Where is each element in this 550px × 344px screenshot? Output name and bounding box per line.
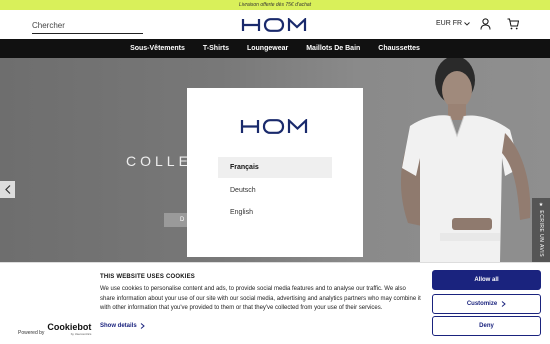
promo-text: Livraison offerte dès 75€ d'achat: [238, 2, 312, 8]
site-logo[interactable]: [241, 16, 309, 37]
show-details-link[interactable]: Show details: [100, 323, 145, 329]
promo-banner: Livraison offerte dès 75€ d'achat: [0, 0, 550, 10]
currency-selector[interactable]: EUR FR: [436, 20, 470, 27]
nav-item-underwear[interactable]: Sous-Vêtements: [121, 45, 194, 52]
user-icon[interactable]: [480, 18, 491, 30]
hero-title: COLLE: [126, 153, 192, 169]
model-photo: [400, 58, 531, 262]
carousel-prev-button[interactable]: [0, 181, 15, 198]
chevron-right-icon: [140, 323, 145, 329]
chevron-down-icon: [464, 21, 470, 26]
cookie-body: We use cookies to personalise content an…: [100, 286, 421, 311]
nav-item-socks[interactable]: Chaussettes: [369, 45, 429, 52]
language-modal: Français Deutsch English: [187, 88, 363, 257]
hero-cta-label: D: [180, 217, 185, 223]
review-tab[interactable]: ★ ECRIRE UN AVIS: [532, 198, 550, 262]
site-header: EUR FR: [0, 10, 550, 39]
chevron-right-icon: [501, 301, 506, 307]
search-field[interactable]: [32, 17, 143, 34]
language-option-french[interactable]: Français: [218, 157, 332, 178]
allow-all-button[interactable]: Allow all: [432, 270, 541, 290]
show-details-label: Show details: [100, 323, 137, 329]
modal-logo: [240, 117, 310, 139]
language-option-german[interactable]: Deutsch: [218, 180, 332, 201]
currency-label: EUR FR: [436, 20, 463, 27]
cart-icon[interactable]: [507, 18, 519, 30]
cookiebot-brand: Cookiebot: [47, 322, 92, 332]
nav-item-swimwear[interactable]: Maillots De Bain: [297, 45, 369, 52]
main-nav: Sous-Vêtements T-Shirts Loungewear Maill…: [0, 39, 550, 58]
deny-label: Deny: [479, 323, 494, 329]
nav-item-tshirts[interactable]: T-Shirts: [194, 45, 238, 52]
cookiebot-sub: by Usercentrics: [70, 332, 92, 336]
allow-all-label: Allow all: [474, 277, 499, 283]
powered-by-label: Powered by: [18, 330, 45, 336]
chevron-left-icon: [4, 185, 10, 194]
hom-logo-icon: [241, 16, 307, 32]
search-input[interactable]: [32, 20, 143, 30]
customize-button[interactable]: Customize: [432, 294, 541, 314]
cookie-title: THIS WEBSITE USES COOKIES: [100, 274, 196, 280]
review-tab-label: ★ ECRIRE UN AVIS: [538, 202, 544, 258]
hero-cta-button[interactable]: D: [164, 213, 188, 227]
customize-label: Customize: [466, 301, 498, 307]
nav-item-loungewear[interactable]: Loungewear: [238, 45, 297, 52]
hom-logo-icon: [240, 117, 308, 134]
deny-button[interactable]: Deny: [432, 316, 541, 336]
cookiebot-logo: Cookiebot by Usercentrics: [47, 322, 92, 337]
cookiebot-branding: Powered by Cookiebot by Usercentrics: [18, 322, 92, 337]
cookie-banner: Powered by Cookiebot by Usercentrics THI…: [0, 262, 550, 344]
language-option-english[interactable]: English: [218, 202, 332, 223]
